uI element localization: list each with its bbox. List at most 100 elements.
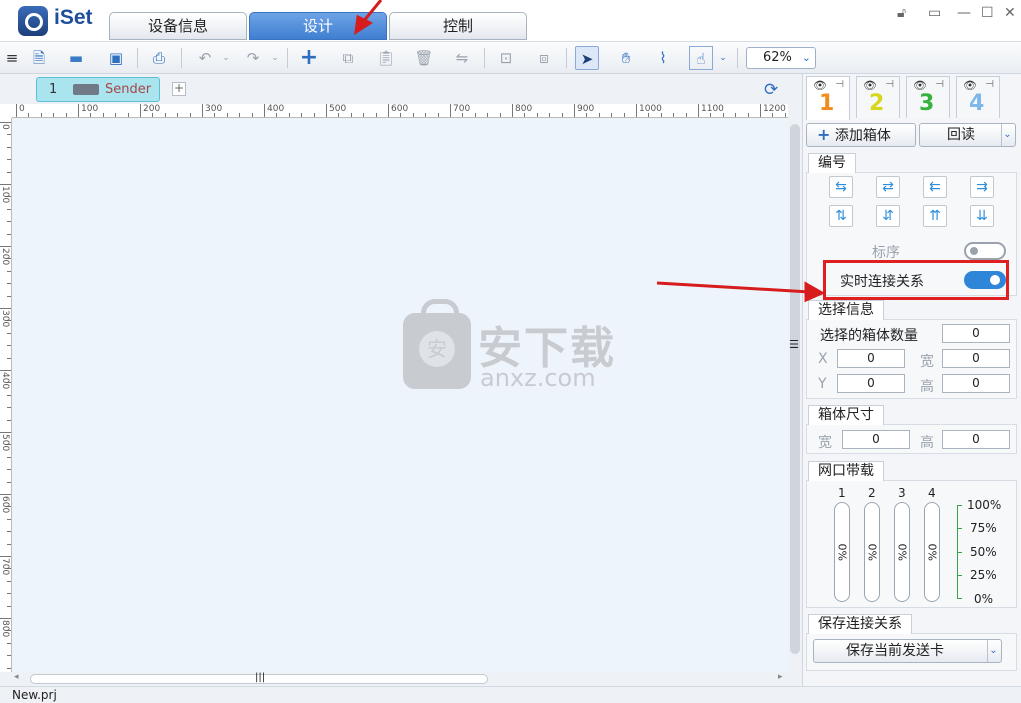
redo-dropdown-icon[interactable]: ⌄ [263,46,287,70]
horizontal-scrollbar[interactable]: ◂ ||| ▸ [12,672,788,686]
ruler-label: 600 [391,104,409,114]
panel-tab-2[interactable]: 👁︎ ⊣ 2 [856,76,900,118]
horizontal-scroll-thumb[interactable]: ||| [30,672,488,684]
pin-icon[interactable]: ⊣ [985,79,994,90]
open-folder-icon[interactable]: ▬ [64,46,88,70]
tab-device-info[interactable]: 设备信息 [109,12,247,40]
port-label: 2 [868,486,876,500]
zoom-value: 62% [763,50,792,65]
design-canvas[interactable] [13,119,788,672]
add-box-button[interactable]: + 添加箱体 [806,123,916,147]
order-column-snake-alt-icon[interactable]: ⇵ [876,205,900,227]
vertical-scroll-thumb[interactable] [790,124,800,654]
ruler-label: 0 [0,124,10,130]
ruler-label: 900 [577,104,595,114]
save-current-sender-label: 保存当前发送卡 [846,643,944,659]
status-file-name: New.prj [12,688,57,702]
port-load-bar: 0% [834,502,850,602]
ruler-label: 800 [0,620,10,638]
order-row-right-icon[interactable]: ⇉ [970,176,994,198]
pin-icon[interactable]: ⊣ [835,79,844,90]
panel-tab-1[interactable]: 👁︎ ⊣ 1 [806,76,850,120]
panel-tab-4[interactable]: 👁︎ ⊣ 4 [956,76,1000,118]
print-icon[interactable]: ⎙ [147,46,171,70]
add-sender-tab-button[interactable]: + [172,82,186,96]
new-file-icon[interactable]: 🗎︎ [27,46,51,70]
pin-icon[interactable]: ⊣ [885,79,894,90]
port-load-value: 0% [865,543,879,561]
order-column-down-icon[interactable]: ⇊ [970,205,994,227]
label-order-toggle[interactable] [964,242,1006,260]
ruler-label: 700 [0,558,10,576]
ruler-label: 100 [0,186,10,204]
close-icon[interactable]: ✕ [1004,5,1016,21]
add-icon[interactable]: + [297,46,321,70]
grip-icon: ||| [255,672,266,683]
ruler-label: 1100 [701,104,724,114]
group-icon[interactable]: ⊡ [494,46,518,70]
maximize-icon[interactable]: ☐ [981,5,994,21]
box-height-field[interactable]: 0 [942,430,1010,449]
redo-icon[interactable]: ↷ [241,46,265,70]
readback-button[interactable]: 回读 ⌄ [919,123,1016,147]
label-order-text: 标序 [872,245,900,261]
height-field[interactable]: 0 [942,374,1010,393]
chevron-down-icon[interactable]: ⌄ [1001,124,1013,146]
scroll-left-icon[interactable]: ◂ [14,672,19,682]
menu-icon[interactable]: ≡ [0,46,24,70]
sender-device-icon [73,84,99,95]
refresh-icon[interactable]: ⟳ [764,80,778,100]
select-pointer-icon[interactable]: ➤ [575,46,599,70]
x-field[interactable]: 0 [837,349,905,368]
scale-label: 100% [967,498,1002,512]
monitor-icon[interactable]: ▭ [928,5,941,21]
tab-design[interactable]: 设计 [249,12,387,40]
delete-icon[interactable]: 🗑︎ [412,46,436,70]
minimize-icon[interactable]: — [957,5,971,21]
panel-splitter-icon[interactable]: ☰ [789,338,799,351]
pin-icon[interactable]: ⊣ [935,79,944,90]
paste-icon[interactable]: 📋︎ [374,46,398,70]
scroll-right-icon[interactable]: ▸ [778,672,783,682]
touch-tool-icon[interactable]: ☝︎ [689,46,713,70]
ruler-label: 200 [0,248,10,266]
order-snake-right-icon[interactable]: ⇄ [876,176,900,198]
undo-dropdown-icon[interactable]: ⌄ [214,46,238,70]
width-field[interactable]: 0 [942,349,1010,368]
panel-tab-number: 4 [969,91,985,116]
port-load-bar: 0% [864,502,880,602]
order-row-left-icon[interactable]: ⇇ [923,176,947,198]
touch-dropdown-icon[interactable]: ⌄ [711,46,735,70]
add-box-label: 添加箱体 [834,128,891,144]
vertical-scrollbar[interactable] [788,104,802,672]
highlight-box [823,260,1009,300]
port-label: 1 [838,486,846,500]
panel-tab-3[interactable]: 👁︎ ⊣ 3 [906,76,950,118]
save-icon[interactable]: ▣ [104,46,128,70]
watermark-url: anxz.com [480,364,596,392]
readback-label: 回读 [947,127,975,143]
save-current-sender-button[interactable]: 保存当前发送卡 ⌄ [813,639,1002,663]
ruler-vertical: 0 100 200 300 400 500 600 700 800 [0,118,12,672]
copy-icon[interactable]: ⧉ [336,46,360,70]
ruler-label: 700 [453,104,471,114]
order-column-up-icon[interactable]: ⇈ [923,205,947,227]
link-tool-icon[interactable]: ⌇ [651,46,675,70]
port-label: 3 [898,486,906,500]
order-column-snake-icon[interactable]: ⇅ [829,205,853,227]
pan-hand-icon[interactable]: ✋︎ [614,46,638,70]
order-snake-left-icon[interactable]: ⇆ [829,176,853,198]
title-bar: iSet 设备信息 设计 控制 🔓︎ ▭ — ☐ ✕ [0,0,1021,42]
ungroup-icon[interactable]: ⧈ [532,46,556,70]
ruler-label: 100 [81,104,99,114]
clear-links-icon[interactable]: ⇋ [450,46,474,70]
box-width-field[interactable]: 0 [842,430,910,449]
ruler-label: 500 [329,104,347,114]
tab-control[interactable]: 控制 [389,12,527,40]
lock-icon[interactable]: 🔓︎ [897,5,906,21]
x-label: X [818,351,828,367]
chevron-down-icon[interactable]: ⌄ [987,640,999,662]
sender-tab[interactable]: 1 Sender 1 [36,77,160,120]
y-field[interactable]: 0 [837,374,905,393]
zoom-select[interactable]: 62% ⌄ [746,47,816,69]
